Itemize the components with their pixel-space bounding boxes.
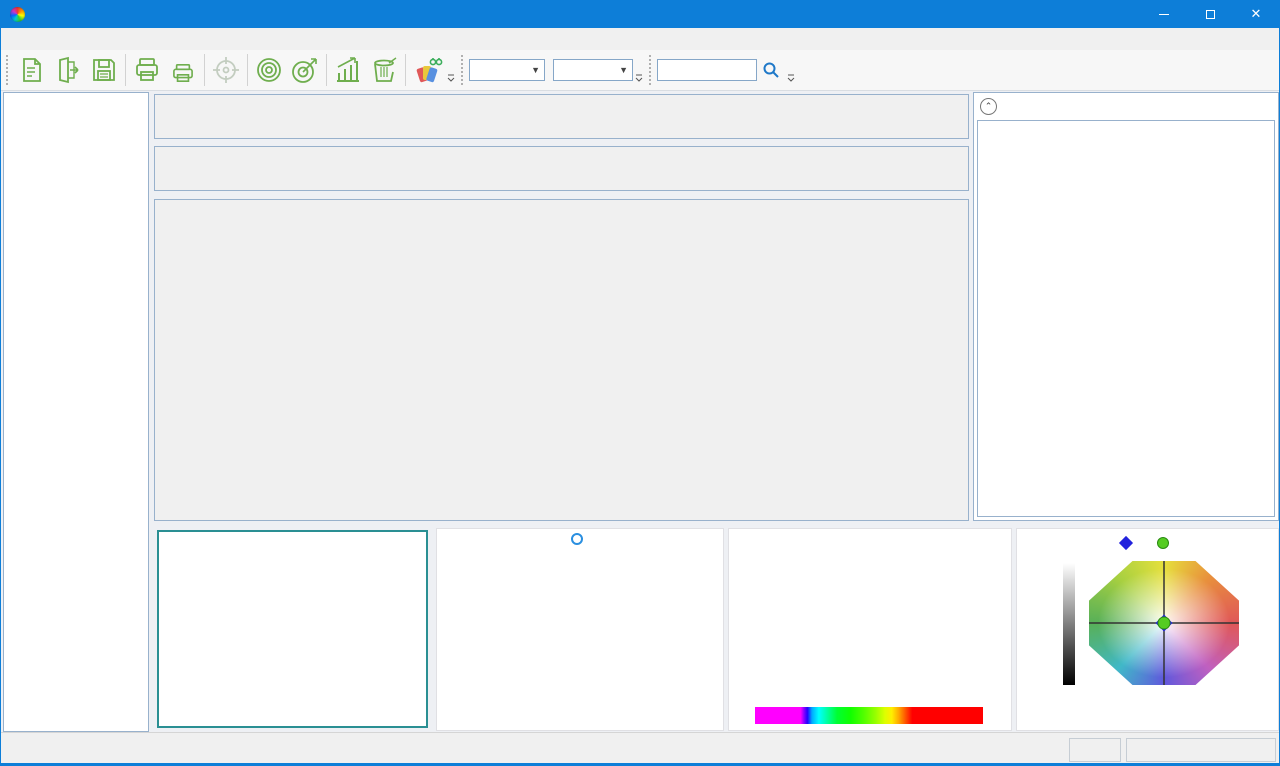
standard-legend-marker — [1118, 536, 1132, 550]
chevron-down-icon: ▼ — [531, 65, 540, 75]
empty-status-cell — [1126, 738, 1276, 762]
reflectance-chart — [729, 529, 1009, 705]
new-document-icon — [18, 56, 46, 84]
print-word-icon — [170, 63, 196, 83]
toolbar-grip[interactable] — [461, 55, 465, 85]
toolbar-separator — [125, 54, 126, 86]
delta-l-strip — [349, 532, 423, 724]
scatter-chart-panel[interactable] — [157, 530, 428, 728]
delta-e-legend-marker — [571, 533, 583, 545]
search-input[interactable] — [657, 59, 757, 81]
toolbar-separator — [204, 54, 205, 86]
search-icon — [762, 61, 780, 79]
color-difference-panel: ⌃ — [973, 92, 1279, 521]
ab-color-wheel — [1089, 561, 1239, 685]
calibrate-circles-icon — [254, 55, 284, 85]
crosshair-target-icon — [211, 55, 241, 85]
toolbar-separator — [326, 54, 327, 86]
app-window: ✕ — [0, 0, 1280, 766]
print-icon — [133, 56, 161, 84]
menu-bar — [1, 28, 1279, 50]
collapse-chevron-icon[interactable]: ⌃ — [980, 98, 997, 115]
calibrate-circles-button[interactable] — [251, 52, 287, 88]
sample-legend-marker — [1157, 537, 1169, 549]
title-bar: ✕ — [1, 0, 1279, 28]
trash-icon — [369, 55, 399, 85]
color-wheel-panel[interactable] — [1016, 528, 1279, 731]
crosshair-target-button[interactable] — [208, 52, 244, 88]
bar-chart-icon — [333, 55, 363, 85]
standard-panel — [154, 146, 969, 191]
toolbar-overflow-chevron[interactable] — [445, 55, 456, 85]
toolbar: ▼ ▼ — [1, 50, 1279, 91]
minimize-button[interactable] — [1141, 0, 1187, 28]
sample-point-marker — [1158, 617, 1170, 629]
dartboard-icon — [290, 55, 320, 85]
tolerance-panel — [154, 94, 969, 139]
delta-e-chart-panel[interactable] — [436, 528, 724, 731]
toolbar-separator — [247, 54, 248, 86]
measure-mode-combo[interactable]: ▼ — [469, 59, 545, 81]
delta-e-line-chart — [437, 545, 721, 721]
auto-status-cell[interactable] — [1069, 738, 1121, 762]
illuminant-combo[interactable]: ▼ — [553, 59, 633, 81]
color-card-search-icon — [411, 55, 443, 85]
status-bar — [1, 732, 1279, 766]
wheel-axes-overlay — [1089, 561, 1239, 685]
sample-tree-panel — [3, 92, 149, 732]
save-icon — [90, 56, 118, 84]
toolbar-separator — [405, 54, 406, 86]
dartboard-button[interactable] — [287, 52, 323, 88]
save-button[interactable] — [86, 52, 122, 88]
toolbar-grip[interactable] — [6, 55, 10, 85]
maximize-icon — [1206, 10, 1215, 19]
app-logo-icon — [10, 7, 25, 22]
close-button[interactable]: ✕ — [1233, 0, 1279, 28]
toolbar-overflow-chevron[interactable] — [633, 55, 644, 85]
trash-button[interactable] — [366, 52, 402, 88]
samples-panel — [154, 199, 969, 521]
reflectance-chart-panel[interactable] — [728, 528, 1012, 731]
print-word-button[interactable] — [165, 52, 201, 88]
minimize-icon — [1159, 14, 1169, 15]
export-icon — [54, 56, 82, 84]
chevron-down-icon: ▼ — [619, 65, 628, 75]
new-document-button[interactable] — [14, 52, 50, 88]
export-button[interactable] — [50, 52, 86, 88]
toolbar-overflow-chevron[interactable] — [785, 55, 796, 85]
color-card-search-button[interactable] — [409, 52, 445, 88]
delta-ab-scatter — [159, 532, 349, 724]
lightness-gradient-bar — [1063, 563, 1075, 685]
cie-lab-box — [977, 120, 1275, 517]
search-button[interactable] — [757, 52, 785, 88]
print-button[interactable] — [129, 52, 165, 88]
bar-chart-button[interactable] — [330, 52, 366, 88]
toolbar-grip[interactable] — [649, 55, 653, 85]
maximize-button[interactable] — [1187, 0, 1233, 28]
spectrum-color-bar — [755, 707, 983, 724]
